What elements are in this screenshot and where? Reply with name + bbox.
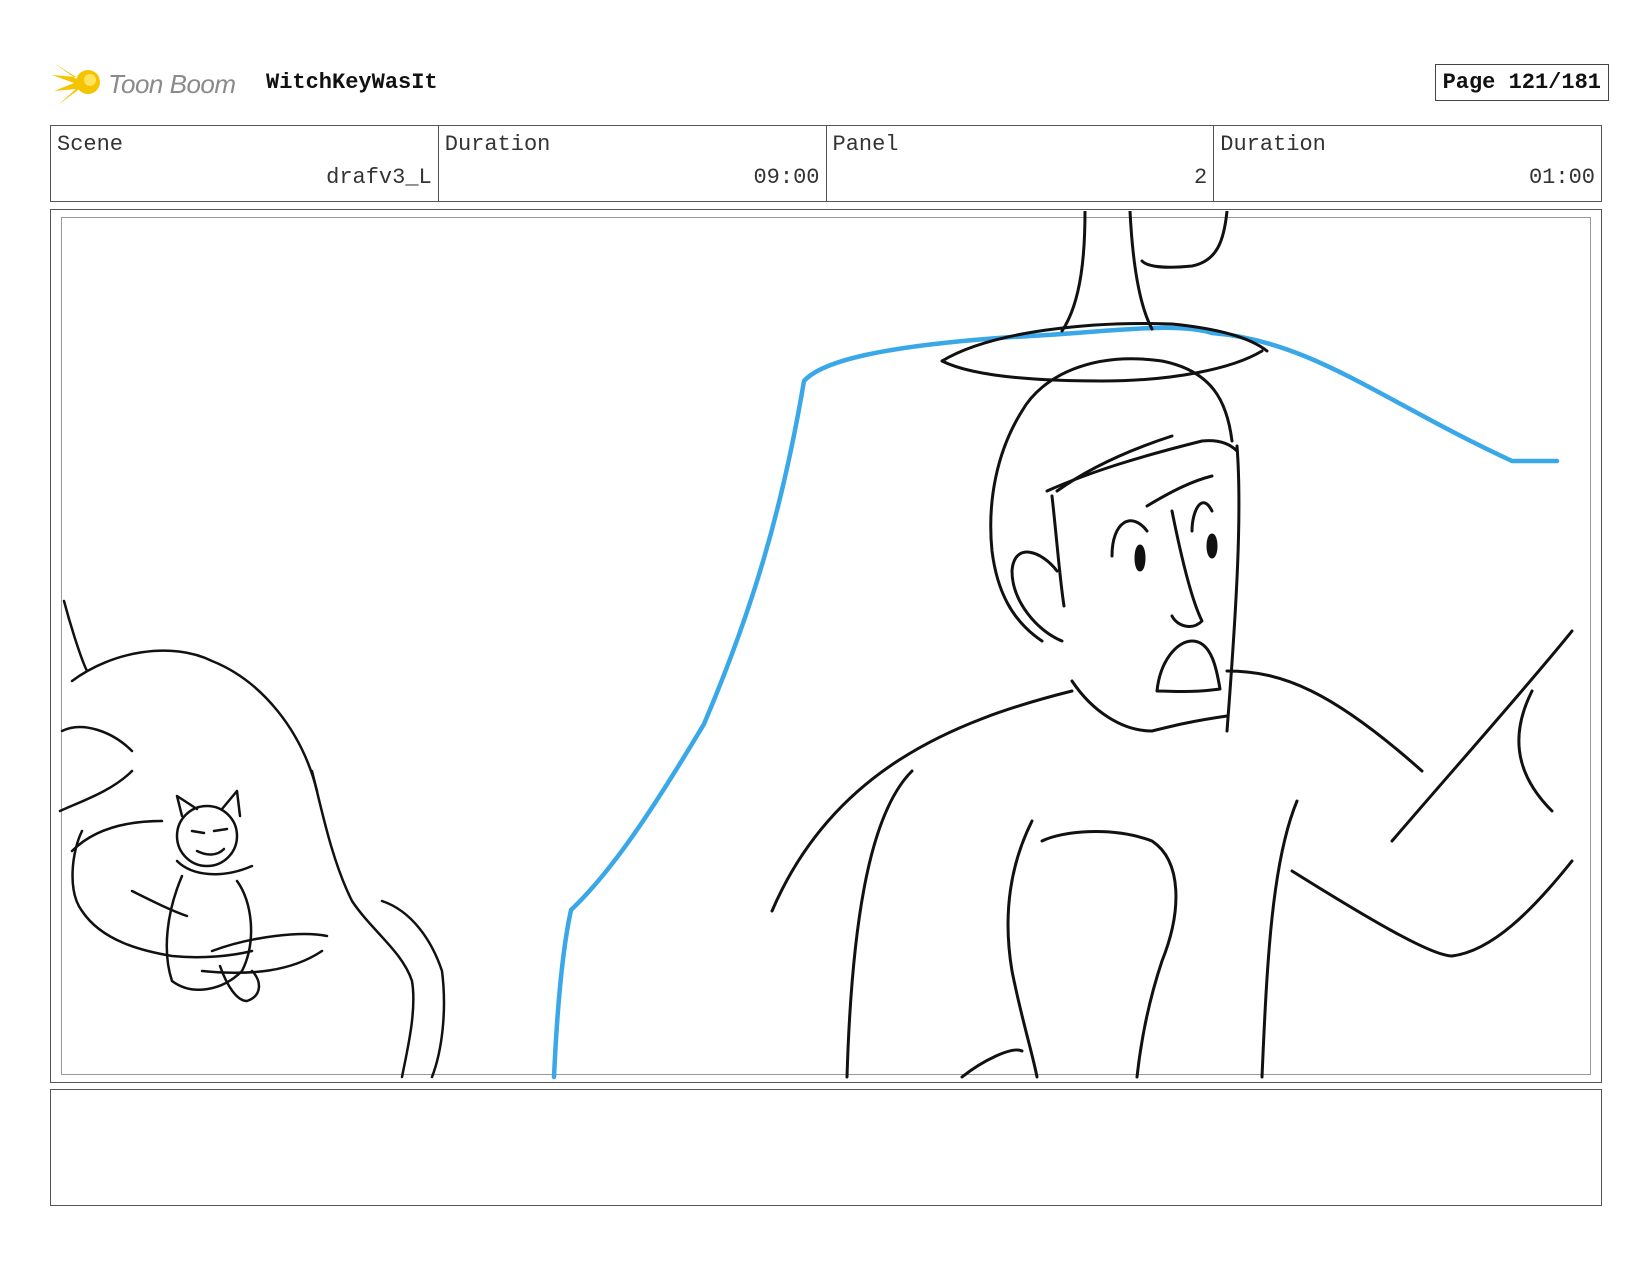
blue-guide-line [551,325,1560,1080]
panel-label: Panel [832,132,899,157]
panel-duration-value: 01:00 [1528,165,1595,190]
hat-cone [1060,211,1229,333]
panel-cell: Panel 2 [827,126,1215,201]
scene-duration-cell: Duration 09:00 [439,126,827,201]
toon-boom-logo: Toon Boom [52,57,242,107]
character-head [989,357,1234,643]
left-eye [1134,544,1146,572]
scene-label: Scene [57,132,124,157]
character-arm [1260,629,1574,1079]
logo-wordmark: Toon Boom [108,69,236,99]
panel-value: 2 [1194,165,1208,190]
page-indicator: Page 121/181 [1434,64,1609,101]
scene-cell: Scene drafv3_L [51,126,439,201]
panel-duration-label: Duration [1220,132,1326,157]
character-mouth [1155,639,1222,693]
character-face [1050,444,1241,733]
character-body [770,669,1424,1079]
right-eye [1206,533,1218,559]
starburst-icon [52,63,100,105]
panel-duration-cell: Duration 01:00 [1214,126,1601,201]
storyboard-header: Toon Boom WitchKeyWasIt Page 121/181 [52,55,1612,109]
panel-sketch [52,211,1600,1081]
scene-duration-label: Duration [444,132,551,157]
cat-sketch [58,599,446,1079]
notes-box [50,1089,1602,1206]
scene-value: drafv3_L [326,165,432,190]
project-title: WitchKeyWasIt [266,70,438,95]
scene-duration-value: 09:00 [753,165,820,190]
panel-info-table: Scene drafv3_L Duration 09:00 Panel 2 Du… [50,125,1602,202]
